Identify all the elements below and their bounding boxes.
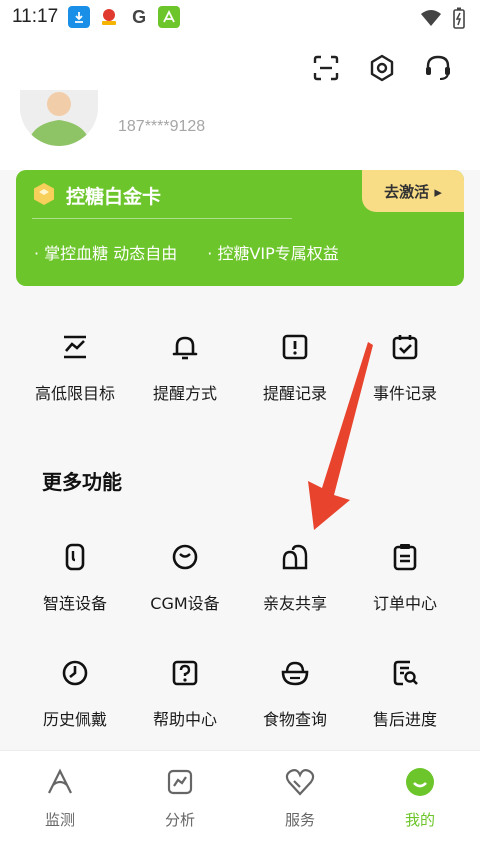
bottom-tabbar: 监测 分析 服务 我的 bbox=[0, 750, 480, 855]
more-item-food[interactable]: 食物查询 bbox=[240, 656, 350, 730]
profile-header: 187****9128 bbox=[0, 34, 480, 170]
vip-title: 控糖白金卡 bbox=[66, 186, 162, 208]
quick-action-label: 高低限目标 bbox=[34, 384, 115, 403]
vip-perk: · 控糖VIP专属权益 bbox=[207, 244, 339, 263]
vip-card[interactable]: 控糖白金卡 去激活 ▸ · 掌控血糖 动态自由 · 控糖VIP专属权益 bbox=[16, 170, 464, 286]
activate-button[interactable]: 去激活 ▸ bbox=[362, 170, 464, 212]
more-item-orders[interactable]: 订单中心 bbox=[350, 540, 460, 614]
family-share-icon bbox=[278, 540, 312, 574]
avatar[interactable] bbox=[20, 90, 98, 146]
settings-button[interactable] bbox=[366, 52, 398, 84]
more-item-aftersales[interactable]: 售后进度 bbox=[350, 656, 460, 730]
battery-icon bbox=[452, 7, 466, 33]
scan-icon bbox=[313, 55, 339, 81]
more-item-label: 食物查询 bbox=[262, 710, 327, 729]
tab-service[interactable]: 服务 bbox=[240, 751, 360, 855]
user-phone: 187****9128 bbox=[118, 118, 206, 135]
more-item-label: 智连设备 bbox=[42, 594, 107, 613]
bell-icon bbox=[168, 330, 202, 364]
google-icon: G bbox=[128, 6, 151, 28]
vip-perk: · 掌控血糖 动态自由 bbox=[34, 244, 178, 263]
help-icon bbox=[168, 656, 202, 690]
food-bowl-icon bbox=[278, 656, 312, 690]
device-link-icon bbox=[58, 540, 92, 574]
quick-action-reminder-records[interactable]: 提醒记录 bbox=[240, 330, 350, 404]
status-time: 11:17 bbox=[12, 6, 59, 27]
more-item-label: 订单中心 bbox=[372, 594, 437, 613]
analysis-icon bbox=[165, 767, 195, 801]
wifi-icon bbox=[420, 9, 442, 31]
vip-badge-icon bbox=[32, 182, 56, 206]
quick-action-label: 事件记录 bbox=[372, 384, 437, 403]
more-row-1: 智连设备 CGM设备 亲友共享 订单中心 bbox=[0, 540, 480, 614]
tab-label: 我的 bbox=[404, 811, 435, 829]
threshold-icon bbox=[58, 330, 92, 364]
tab-mine[interactable]: 我的 bbox=[360, 751, 480, 855]
aftersales-search-icon bbox=[388, 656, 422, 690]
more-item-label: 帮助中心 bbox=[152, 710, 217, 729]
more-item-help[interactable]: 帮助中心 bbox=[130, 656, 240, 730]
more-row-2: 历史佩戴 帮助中心 食物查询 售后进度 bbox=[0, 656, 480, 730]
more-item-cgm[interactable]: CGM设备 bbox=[130, 540, 240, 614]
tab-label: 监测 bbox=[44, 811, 75, 829]
more-section-title: 更多功能 bbox=[42, 470, 122, 494]
gear-icon bbox=[370, 54, 394, 82]
more-item-label: 亲友共享 bbox=[262, 594, 327, 613]
quick-action-event-records[interactable]: 事件记录 bbox=[350, 330, 460, 404]
calendar-check-icon bbox=[388, 330, 422, 364]
vip-divider bbox=[32, 218, 292, 219]
more-item-family-share[interactable]: 亲友共享 bbox=[240, 540, 350, 614]
scan-button[interactable] bbox=[310, 52, 342, 84]
app-notification-icon bbox=[98, 6, 121, 28]
more-item-label: 售后进度 bbox=[372, 710, 437, 729]
status-bar: 11:17 G bbox=[0, 0, 480, 34]
tab-analysis[interactable]: 分析 bbox=[120, 751, 240, 855]
more-item-history[interactable]: 历史佩戴 bbox=[20, 656, 130, 730]
more-item-device-link[interactable]: 智连设备 bbox=[20, 540, 130, 614]
history-clock-icon bbox=[58, 656, 92, 690]
tab-monitor[interactable]: 监测 bbox=[0, 751, 120, 855]
tab-label: 分析 bbox=[164, 811, 195, 829]
quick-action-label: 提醒记录 bbox=[262, 384, 327, 403]
alert-icon bbox=[278, 330, 312, 364]
quick-actions-row: 高低限目标 提醒方式 提醒记录 事件记录 bbox=[0, 330, 480, 404]
headset-icon bbox=[426, 55, 450, 80]
heart-icon bbox=[285, 767, 315, 801]
quick-action-reminder-mode[interactable]: 提醒方式 bbox=[130, 330, 240, 404]
more-item-label: CGM设备 bbox=[150, 594, 220, 613]
profile-smile-icon bbox=[405, 767, 435, 801]
app-logo-icon bbox=[158, 6, 181, 28]
more-item-label: 历史佩戴 bbox=[42, 710, 107, 729]
download-icon bbox=[68, 6, 91, 28]
quick-action-label: 提醒方式 bbox=[152, 384, 217, 403]
cgm-sensor-icon bbox=[168, 540, 202, 574]
customer-service-button[interactable] bbox=[422, 52, 454, 84]
quick-action-threshold[interactable]: 高低限目标 bbox=[20, 330, 130, 404]
monitor-icon bbox=[45, 767, 75, 801]
order-clipboard-icon bbox=[388, 540, 422, 574]
tab-label: 服务 bbox=[284, 811, 315, 829]
